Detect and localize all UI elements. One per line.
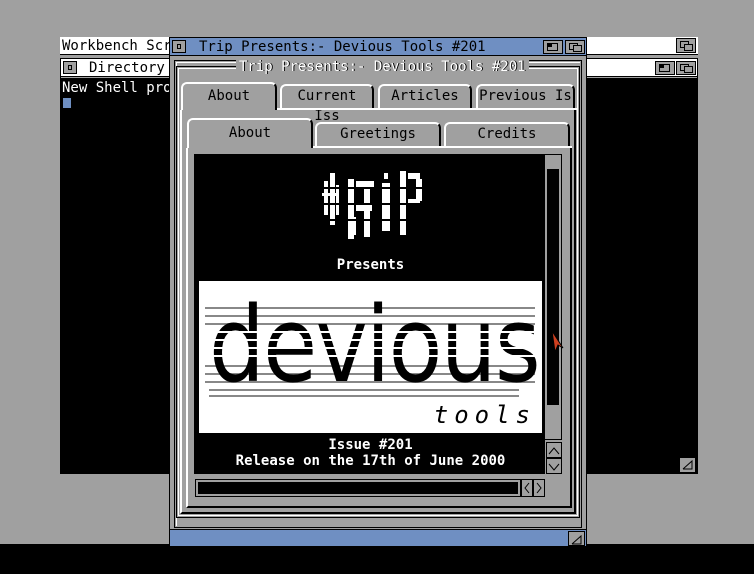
tab-about-label: About [207,88,251,104]
vertical-scrollbar[interactable] [544,154,562,440]
screen-depth-icon[interactable] [676,38,696,53]
tab-articles-label: Articles [391,88,459,104]
content-view[interactable]: Presents devious tools devious [194,154,545,474]
tab-current-issue[interactable]: Current Iss [280,84,374,124]
subtab-credits-label: Credits [477,126,537,142]
depth-icon[interactable] [565,40,585,54]
shell-text: New Shell pro [62,80,172,96]
scroll-up-icon[interactable] [546,442,562,458]
subtab-credits[interactable]: Credits [444,122,570,146]
scroll-down-icon[interactable] [546,458,562,474]
shell-cursor [63,98,71,108]
mouse-pointer-icon [551,330,564,354]
close-icon[interactable] [63,61,77,74]
release-text: Release on the 17th of June 2000 [235,453,506,469]
workbench-screen-title: Workbench Scr [62,38,172,54]
zoom-icon[interactable] [543,40,563,54]
main-window[interactable]: Trip Presents:- Devious Tools #201 Trip … [169,37,587,547]
subtab-about[interactable]: About [187,118,313,148]
zoom-icon[interactable] [655,61,675,75]
tab-previous-issues[interactable]: Previous Is [476,84,575,108]
size-icon[interactable] [568,531,585,546]
horizontal-scroll-knob[interactable] [198,482,518,494]
directory-title: Directory [89,60,165,76]
subtab-greetings[interactable]: Greetings [315,122,441,146]
tab-about[interactable]: About [181,82,277,110]
tab-articles[interactable]: Articles [378,84,472,108]
depth-icon[interactable] [676,61,696,75]
main-window-title: Trip Presents:- Devious Tools #201 [199,39,486,55]
devious-logo-panel: devious tools devious [199,281,542,433]
presents-text: Presents [336,257,405,273]
scroll-left-icon[interactable] [521,479,533,497]
size-icon[interactable] [679,457,696,473]
screen-bottom [0,544,754,574]
trip-logo [320,171,424,239]
screen: Workbench Scr Directory New Shell pro Tr… [0,0,754,574]
vertical-scroll-knob[interactable] [547,169,559,405]
main-titlebar[interactable]: Trip Presents:- Devious Tools #201 [170,38,586,56]
horizontal-scrollbar[interactable] [195,479,521,497]
tools-text: tools [433,401,536,429]
close-icon[interactable] [172,40,186,53]
svg-text:devious: devious [209,284,539,406]
subtab-about-label: About [228,125,272,141]
tab-previous-issues-label: Previous Is [479,88,572,104]
subtab-greetings-label: Greetings [340,126,416,142]
group-title: Trip Presents:- Devious Tools #201 [236,59,529,75]
scroll-right-icon[interactable] [533,479,545,497]
issue-text: Issue #201 [328,437,413,453]
main-bottom-border [170,529,586,546]
